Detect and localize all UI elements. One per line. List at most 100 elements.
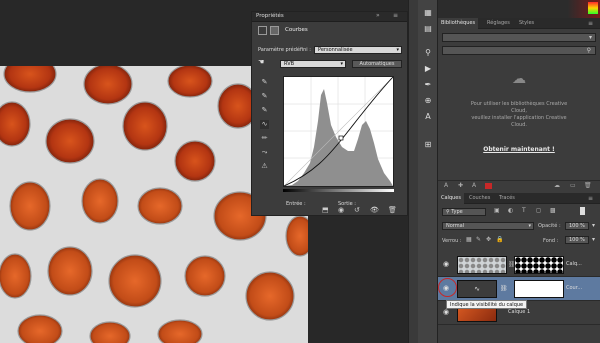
layer-name: Calque 1 [508, 309, 531, 315]
properties-panel-icon[interactable]: ⊞ [422, 140, 434, 150]
text-icon[interactable]: A [472, 182, 476, 189]
visibility-eye-icon[interactable]: ◉ [443, 260, 453, 268]
brush-panel-icon[interactable]: ✒ [422, 80, 434, 90]
right-panel-column: Bibliothèques Réglages Styles ≡ ▾ ⚲ ☁ Po… [438, 0, 600, 343]
properties-panel-header[interactable]: Propriétés » ≡ [252, 12, 407, 22]
cloud-sync-icon[interactable]: ☁ [554, 182, 560, 189]
collapse-icon[interactable]: » [376, 12, 380, 19]
color-spectrum[interactable] [438, 0, 600, 18]
libraries-footer: A ✚ A ☁ ▭ 🗑 [438, 180, 600, 190]
get-it-now-link[interactable]: Obtenir maintenant ! [438, 146, 600, 153]
input-gradient-bar [283, 189, 394, 192]
folder-icon[interactable]: ▭ [570, 182, 576, 189]
channel-select[interactable]: RVB ▾ [280, 60, 346, 68]
actions-panel-icon[interactable]: ▶ [422, 64, 434, 74]
trash-icon[interactable]: 🗑 [388, 206, 397, 214]
hand-target-icon[interactable]: ☚ [258, 58, 264, 66]
lock-icons: ▦ ✎ ✥ 🔒 [466, 236, 516, 244]
layer-row-selected[interactable]: ◉ ∿ ⛓ Cour... [438, 277, 600, 301]
eyedropper-gray-icon[interactable]: ✎ [260, 92, 269, 101]
eyedropper-white-icon[interactable]: ✎ [260, 106, 269, 115]
character-panel-icon[interactable]: A [422, 112, 434, 122]
dropdown-arrow-icon: ▾ [396, 47, 399, 53]
dropdown-arrow-icon: ▾ [588, 34, 592, 41]
clip-layer-icon[interactable]: ⬒ [322, 206, 329, 214]
layer-mask-thumbnail [514, 256, 564, 274]
libraries-message: Pour utiliser les bibliothèques Creative… [438, 101, 600, 129]
lock-position-icon[interactable]: ✥ [486, 236, 491, 243]
library-select[interactable]: ▾ [442, 33, 596, 42]
link-icon: ⛓ [500, 285, 508, 292]
history-panel-icon[interactable]: ⚲ [422, 48, 434, 58]
library-search[interactable]: ⚲ [442, 46, 596, 55]
tab-styles[interactable]: Styles [516, 18, 537, 29]
opacity-input[interactable]: 100 % [565, 222, 589, 230]
visibility-eye-icon[interactable]: 👁 [370, 206, 379, 214]
tooltip: Indique la visibilité du calque [446, 300, 528, 309]
channel-value: RVB [284, 61, 295, 67]
blend-mode-value: Normal [446, 223, 465, 229]
lock-pixels-icon[interactable]: ✎ [476, 236, 481, 243]
dropdown-arrow-icon: ▾ [340, 61, 343, 67]
smooth-icon[interactable]: ⤳ [260, 148, 269, 157]
preset-select[interactable]: Personnalisée ▾ [314, 46, 402, 54]
lock-transparent-icon[interactable]: ▦ [466, 236, 472, 243]
opacity-label: Opacité : [538, 223, 561, 229]
search-icon: ⚲ [586, 47, 591, 54]
dropdown-arrow-icon: ▾ [528, 223, 531, 229]
dropdown-arrow-icon[interactable]: ▾ [592, 236, 595, 243]
view-previous-icon[interactable]: ◉ [338, 206, 344, 214]
layer-mask-thumbnail [514, 280, 564, 298]
layer-filter-icons: ▣ ◐ T ◻ ▩ [490, 207, 590, 217]
panel-menu-icon[interactable]: ≡ [588, 193, 593, 204]
curves-histogram [283, 76, 394, 187]
blend-mode-select[interactable]: Normal ▾ [442, 222, 534, 230]
tab-libraries[interactable]: Bibliothèques [438, 18, 479, 29]
clone-source-icon[interactable]: ⊕ [422, 96, 434, 106]
mask-icon[interactable] [270, 26, 279, 35]
smart-object-filter-icon[interactable]: ▩ [550, 207, 556, 214]
pixel-filter-icon[interactable]: ▣ [494, 207, 500, 214]
layer-row[interactable]: ◉ ⛓ Calq... [438, 253, 600, 277]
layer-name: Cour... [566, 285, 583, 291]
input-label: Entrée : [286, 201, 306, 207]
panel-icon-column: ▦ ▤ ⚲ ▶ ✒ ⊕ A ⊞ [418, 0, 438, 343]
swatches-panel-icon[interactable]: ▤ [422, 24, 434, 34]
color-swatch-icon[interactable] [485, 183, 492, 189]
curves-adjustment-icon [258, 26, 267, 35]
color-panel-icon[interactable]: ▦ [422, 8, 434, 18]
tab-layers[interactable]: Calques [438, 193, 464, 204]
layer-filter-select[interactable]: ⚲ Type [442, 208, 486, 216]
text-style-icon[interactable]: A [444, 182, 448, 189]
tab-adjustments[interactable]: Réglages [484, 18, 513, 29]
adjustment-filter-icon[interactable]: ◐ [508, 207, 513, 214]
eyedropper-black-icon[interactable]: ✎ [260, 78, 269, 87]
fill-input[interactable]: 100 % [565, 236, 589, 244]
properties-panel[interactable]: Propriétés » ≡ Courbes Paramètre prédéfi… [251, 11, 408, 216]
creative-cloud-icon: ☁ [512, 71, 526, 87]
curve-edit-icon[interactable]: ∿ [260, 120, 269, 129]
panel-menu-icon[interactable]: ≡ [393, 12, 398, 19]
filter-toggle[interactable] [580, 207, 585, 215]
preset-label: Paramètre prédéfini : [258, 47, 311, 53]
auto-button[interactable]: Automatiques [352, 60, 402, 68]
add-graphic-icon[interactable]: ✚ [458, 182, 463, 189]
trash-icon[interactable]: 🗑 [584, 182, 592, 189]
pencil-icon[interactable]: ✏ [260, 134, 269, 143]
reset-icon[interactable]: ↺ [354, 206, 360, 214]
curves-label: Courbes [285, 27, 308, 33]
hue-slider[interactable] [588, 2, 598, 14]
tab-paths[interactable]: Tracés [496, 193, 518, 204]
shape-filter-icon[interactable]: ◻ [536, 207, 541, 214]
type-filter-icon[interactable]: T [522, 207, 526, 214]
lock-all-icon[interactable]: 🔒 [496, 236, 503, 243]
libraries-tabbar: Bibliothèques Réglages Styles ≡ [438, 18, 600, 29]
visibility-eye-icon[interactable]: ◉ [443, 308, 453, 316]
fill-label: Fond : [543, 238, 559, 244]
panel-menu-icon[interactable]: ≡ [588, 18, 593, 29]
curves-adjustment-icon: ∿ [457, 280, 497, 298]
layers-footer [438, 325, 600, 343]
dropdown-arrow-icon[interactable]: ▾ [592, 222, 595, 229]
tab-channels[interactable]: Couches [466, 193, 493, 204]
curves-graph[interactable] [283, 76, 394, 187]
